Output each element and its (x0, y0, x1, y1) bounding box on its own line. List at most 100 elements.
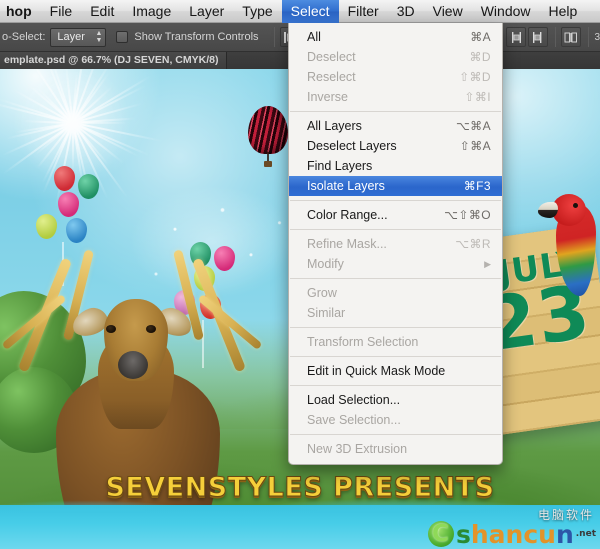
menu-item-label: Save Selection... (307, 413, 401, 427)
distribute-spacing-icon[interactable] (561, 27, 582, 47)
photoshop-window: hop File Edit Image Layer Type Select Fi… (0, 0, 600, 549)
menu-item-image[interactable]: Image (123, 0, 180, 23)
auto-select-value: Layer (57, 31, 85, 43)
menu-item-color-range[interactable]: Color Range... ⌥⇧⌘O (289, 205, 502, 225)
parrot-illustration (536, 192, 598, 300)
menu-item-3d[interactable]: 3D (388, 0, 424, 23)
hot-air-balloon-basket (264, 161, 272, 167)
auto-select-label: o-Select: (2, 31, 46, 43)
menu-item-all[interactable]: All ⌘A (289, 27, 502, 47)
balloon (36, 214, 57, 239)
menu-item-label: Grow (307, 286, 337, 300)
chevron-updown-icon: ▲ ▼ (95, 30, 103, 44)
watermark: shancun .net (427, 519, 596, 549)
toolbar-divider (273, 27, 275, 47)
menu-separator (290, 200, 501, 201)
menu-separator (290, 111, 501, 112)
deer-eye-right (146, 325, 156, 333)
leaf-logo-icon (427, 521, 454, 547)
menu-item-label: Deselect (307, 50, 356, 64)
watermark-domain: .net (575, 529, 596, 539)
menu-item-label: Similar (307, 306, 346, 320)
menu-item-select[interactable]: Select (281, 0, 339, 23)
hot-air-balloon-envelope (248, 106, 288, 154)
toolbar-divider-3 (588, 27, 590, 47)
menu-item-inverse: Inverse ⇧⌘I (289, 87, 502, 107)
auto-select-dropdown[interactable]: Layer ▲ ▼ (50, 27, 107, 47)
menu-item-label: Deselect Layers (307, 139, 397, 153)
parrot-beak (538, 202, 558, 218)
menu-item-label: Load Selection... (307, 393, 401, 407)
menu-separator (290, 385, 501, 386)
distribute-center-icon[interactable] (528, 27, 549, 47)
menu-item-file[interactable]: File (41, 0, 82, 23)
menu-item-all-layers[interactable]: All Layers ⌥⌘A (289, 116, 502, 136)
balloon (58, 192, 79, 217)
deer-muzzle (118, 351, 148, 379)
submenu-arrow-icon: ▶ (484, 258, 491, 269)
menu-item-label: Refine Mask... (307, 237, 387, 251)
menu-item-deselect-layers[interactable]: Deselect Layers ⇧⌘A (289, 136, 502, 156)
menu-item-label: Reselect (307, 70, 356, 84)
menu-separator (290, 434, 501, 435)
menu-separator (290, 327, 501, 328)
menu-item-view[interactable]: View (424, 0, 472, 23)
menu-item-type[interactable]: Type (233, 0, 281, 23)
menu-item-shortcut: ⌘A (470, 30, 491, 44)
menu-item-load-selection[interactable]: Load Selection... (289, 390, 502, 410)
parrot-eye (573, 203, 578, 208)
toolbar-divider-2 (555, 27, 557, 47)
document-tab[interactable]: emplate.psd @ 66.7% (DJ SEVEN, CMYK/8) (0, 52, 228, 69)
menu-item-shortcut: ⌥⌘A (455, 119, 491, 133)
menu-item-shortcut: ⇧⌘D (459, 70, 491, 84)
menu-item-find-layers[interactable]: Find Layers (289, 156, 502, 176)
menu-separator (290, 229, 501, 230)
menu-item-app[interactable]: hop (2, 0, 41, 23)
menu-item-layer[interactable]: Layer (180, 0, 233, 23)
menu-item-grow: Grow (289, 283, 502, 303)
menu-item-new-3d-extrusion: New 3D Extrusion (289, 439, 502, 459)
menu-item-label: Color Range... (307, 208, 388, 222)
menu-item-shortcut: ⌘D (469, 50, 491, 64)
show-transform-controls-checkbox[interactable] (116, 31, 129, 43)
menu-item-label: Edit in Quick Mask Mode (307, 364, 446, 378)
menu-item-deselect: Deselect ⌘D (289, 47, 502, 67)
menu-item-label: New 3D Extrusion (307, 442, 408, 456)
menu-bar: hop File Edit Image Layer Type Select Fi… (0, 0, 600, 23)
menu-item-shortcut: ⌥⌘R (455, 237, 491, 251)
menu-item-reselect: Reselect ⇧⌘D (289, 67, 502, 87)
menu-item-shortcut: ⇧⌘A (459, 139, 491, 153)
deer-eye-left (106, 325, 116, 333)
menu-item-shortcut: ⌘F3 (463, 179, 491, 193)
menu-item-edit-in-quick-mask-mode[interactable]: Edit in Quick Mask Mode (289, 361, 502, 381)
menu-item-label: All Layers (307, 119, 362, 133)
select-menu-dropdown[interactable]: All ⌘A Deselect ⌘D Reselect ⇧⌘D Inverse ⇧⌘I All … (288, 23, 503, 465)
toolbar-3d-label: 3 (594, 31, 600, 43)
menu-item-refine-mask: Refine Mask... ⌥⌘R (289, 234, 502, 254)
menu-item-filter[interactable]: Filter (339, 0, 388, 23)
menu-separator (290, 278, 501, 279)
menu-item-help[interactable]: Help (540, 0, 587, 23)
menu-item-shortcut: ⇧⌘I (464, 90, 491, 104)
menu-item-transform-selection: Transform Selection (289, 332, 502, 352)
menu-item-label: Isolate Layers (307, 179, 385, 193)
menu-item-shortcut: ⌥⇧⌘O (444, 208, 491, 222)
balloon (66, 218, 87, 243)
menu-item-label: Inverse (307, 90, 348, 104)
menu-item-label: Transform Selection (307, 335, 419, 349)
menu-item-modify: Modify ▶ (289, 254, 502, 274)
menu-item-label: Modify (307, 257, 344, 271)
show-transform-controls-label: Show Transform Controls (134, 31, 259, 43)
menu-item-window[interactable]: Window (472, 0, 540, 23)
menu-item-edit[interactable]: Edit (81, 0, 123, 23)
menu-item-label: Find Layers (307, 159, 373, 173)
hot-air-balloon (248, 106, 288, 168)
watermark-brand-c: n (555, 519, 574, 549)
menu-item-label: All (307, 30, 321, 44)
watermark-brand-a: s (455, 519, 471, 549)
balloon (78, 174, 99, 199)
watermark-brand-b: hancu (470, 519, 556, 549)
distribute-left-icon[interactable] (506, 27, 527, 47)
menu-item-similar: Similar (289, 303, 502, 323)
menu-item-isolate-layers[interactable]: Isolate Layers ⌘F3 (289, 176, 502, 196)
